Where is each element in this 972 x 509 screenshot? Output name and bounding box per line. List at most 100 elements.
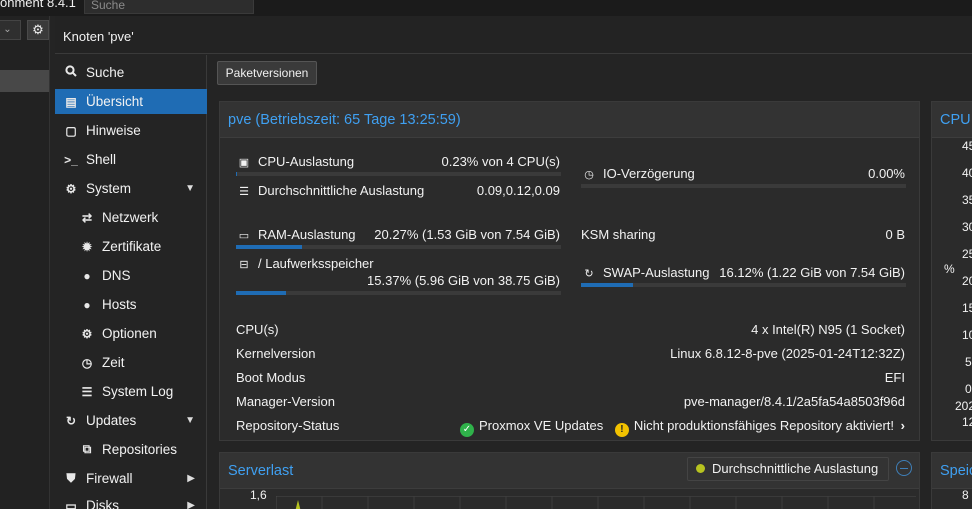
list-icon: ☰	[81, 384, 93, 399]
view-select[interactable]: ⌄	[0, 20, 21, 40]
swap-value: 16.12% (1.22 GiB von 7.54 GiB)	[719, 265, 905, 280]
refresh-icon: ↻	[65, 413, 77, 428]
globe-icon: ●	[83, 297, 91, 312]
cpu-icon: ▣	[238, 157, 250, 169]
serverload-y-tick: 1,6	[250, 488, 267, 502]
disk-value: 15.37% (5.96 GiB von 38.75 GiB)	[367, 273, 560, 288]
cpus-label: CPU(s)	[236, 322, 279, 337]
nav-item-hinweise[interactable]: ▢ Hinweise	[55, 118, 207, 143]
nav-item-firewall[interactable]: ⛊ Firewall ▶	[55, 466, 207, 491]
cpu-tick: 5	[965, 355, 972, 369]
nav-item-netzwerk[interactable]: ⇄ Netzwerk	[55, 205, 207, 230]
swap-usage-bar	[581, 283, 906, 287]
boot-mode-value: EFI	[884, 370, 905, 385]
nav-item-suche[interactable]: Suche	[55, 60, 207, 85]
nav-item-optionen[interactable]: ⚙ Optionen	[55, 321, 207, 346]
nav-label: Zertifikate	[102, 239, 162, 254]
nav-label: Optionen	[102, 326, 157, 341]
nav-label: Hosts	[102, 297, 137, 312]
nav-item-hosts[interactable]: ● Hosts	[55, 292, 207, 317]
nav-label: Hinweise	[86, 123, 141, 138]
tree-selected-node[interactable]	[0, 70, 49, 92]
clock-icon: ◷	[584, 169, 594, 181]
nav-label: Firewall	[86, 471, 133, 486]
storage-title: Speic	[940, 463, 972, 479]
nav-label: DNS	[102, 268, 131, 283]
cpus-value: 4 x Intel(R) N95 (1 Socket)	[751, 322, 905, 337]
nav-label: Repositories	[102, 442, 178, 457]
kernel-value: Linux 6.8.12-8-pve (2025-01-24T12:32Z)	[670, 346, 905, 361]
book-icon: ▤	[65, 94, 77, 109]
search-input[interactable]: Suche	[84, 0, 254, 14]
storage-header: Speic	[932, 453, 972, 489]
caret-down-icon[interactable]: ▼	[185, 415, 195, 426]
ram-usage-label: ▭ RAM-Auslastung	[236, 227, 356, 242]
nav-item-dns[interactable]: ● DNS	[55, 263, 207, 288]
ram-usage-bar	[236, 245, 561, 249]
nav-item-zertifikate[interactable]: ✹ Zertifikate	[55, 234, 207, 259]
nav-item-zeit[interactable]: ◷ Zeit	[55, 350, 207, 375]
content-header: Knoten 'pve'	[55, 16, 972, 54]
repo-status-value[interactable]: ✓ Proxmox VE Updates ! Nicht produktionsfä…	[460, 418, 905, 437]
nav-item-repositories[interactable]: ⧉ Repositories	[55, 437, 207, 462]
cpu-tick: 0	[965, 382, 972, 396]
load-label: ☰ Durchschnittliche Auslastung	[236, 183, 424, 198]
repository-icon: ⧉	[82, 442, 92, 456]
nav-label: Disks	[86, 498, 119, 509]
nav-label: Suche	[86, 65, 125, 80]
cpu-graph-header: CPU	[932, 102, 972, 138]
cpu-tick: 45	[962, 139, 972, 153]
io-delay-value: 0.00%	[868, 166, 905, 181]
nav-item-system[interactable]: ⚙ System ▼	[55, 176, 207, 201]
nav-item-shell[interactable]: >_ Shell	[55, 147, 207, 172]
ram-usage-value: 20.27% (1.53 GiB von 7.54 GiB)	[374, 227, 560, 242]
legend-label: Durchschnittliche Auslastung	[712, 461, 879, 476]
nav-item-disks[interactable]: ▭ Disks ▶	[55, 493, 207, 509]
ksm-label: KSM sharing	[581, 227, 656, 242]
ram-usage-fill	[236, 245, 302, 249]
caret-right-icon[interactable]: ▶	[187, 473, 195, 484]
nav-label: Übersicht	[86, 94, 144, 109]
chevron-right-icon[interactable]: ›	[901, 418, 905, 433]
caret-down-icon[interactable]: ▼	[185, 183, 195, 194]
cpu-usage-value: 0.23% von 4 CPU(s)	[441, 154, 561, 169]
note-icon: ▢	[65, 123, 77, 138]
warning-icon: !	[614, 423, 629, 437]
manager-label: Manager-Version	[236, 394, 335, 409]
nav-item-system-log[interactable]: ☰ System Log	[55, 379, 207, 404]
caret-right-icon[interactable]: ▶	[187, 500, 195, 509]
io-delay-bar	[581, 184, 906, 188]
disk-usage-bar	[236, 291, 561, 295]
nav-label: System Log	[102, 384, 174, 399]
nav-label: Shell	[86, 152, 117, 167]
collapse-icon[interactable]	[896, 460, 912, 476]
check-icon: ✓	[460, 423, 474, 437]
search-icon	[63, 65, 79, 80]
package-versions-button[interactable]: Paketversionen	[217, 61, 317, 85]
hdd-icon: ⊟	[239, 259, 249, 271]
cpu-usage-fill	[236, 172, 237, 176]
disk-usage-fill	[236, 291, 286, 295]
shield-icon: ⛊	[66, 471, 76, 485]
repo-ok-text: Proxmox VE Updates	[479, 418, 604, 433]
page-title: Knoten 'pve'	[63, 29, 134, 44]
swap-label: ↻ SWAP-Auslastung	[581, 265, 709, 280]
product-title: onment 8.4.1	[0, 0, 76, 10]
gear-icon[interactable]: ⚙	[27, 20, 49, 40]
nav-item-uebersicht[interactable]: ▤ Übersicht	[55, 89, 207, 114]
cpu-axis-unit: %	[944, 262, 955, 276]
manager-value: pve-manager/8.4.1/2a5fa54a8503f96d	[683, 394, 905, 409]
serverload-grid	[276, 496, 916, 509]
cpu-tick: 30	[962, 220, 972, 234]
io-delay-label: ◷ IO-Verzögerung	[581, 166, 695, 181]
nav-label: Netzwerk	[102, 210, 159, 225]
nav-item-updates[interactable]: ↻ Updates ▼	[55, 408, 207, 433]
clock-icon: ◷	[81, 355, 93, 370]
ksm-value: 0 B	[885, 227, 905, 242]
serverload-legend-button[interactable]: Durchschnittliche Auslastung	[687, 457, 889, 481]
cpu-tick: 35	[962, 193, 972, 207]
boot-mode-label: Boot Modus	[236, 370, 306, 385]
status-title: pve (Betriebszeit: 65 Tage 13:25:59)	[228, 112, 461, 128]
swap-usage-fill	[581, 283, 634, 287]
certificate-icon: ✹	[81, 239, 93, 254]
